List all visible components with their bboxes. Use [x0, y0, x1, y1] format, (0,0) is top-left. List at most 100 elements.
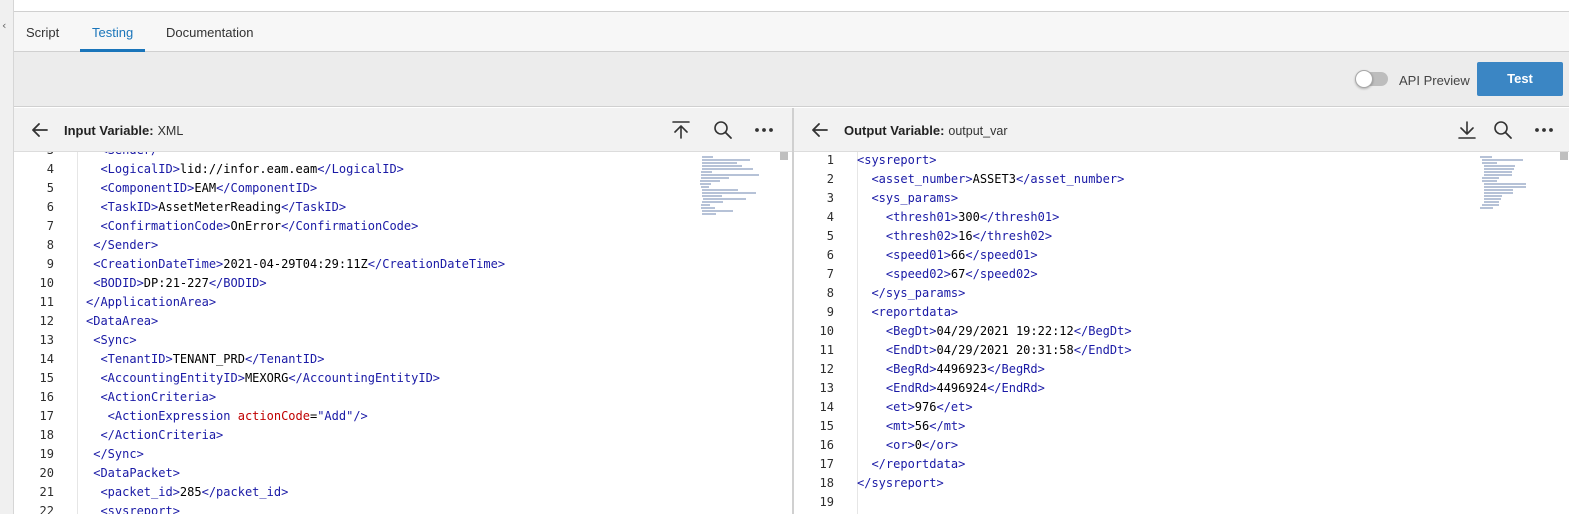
minimap-line [702, 159, 751, 161]
code-token: 2021-04-29T04:29:11Z [223, 257, 368, 271]
minimap-line [702, 162, 738, 164]
minimap-line [1484, 186, 1526, 188]
code-token: <mt> [857, 419, 915, 433]
code-line: </sys_params> [857, 286, 965, 300]
code-token: <DataArea> [86, 314, 159, 328]
code-line: </Sender> [86, 238, 158, 252]
back-arrow-icon[interactable] [810, 120, 830, 140]
input-variable-pane: Input Variable:XML 3 <Sender/4 <LogicalI… [14, 108, 792, 514]
code-line: <sys_params> [857, 191, 958, 205]
code-line: <Sender/ [86, 152, 158, 157]
code-line: <ConfirmationCode>OnError</ConfirmationC… [86, 219, 418, 233]
tab-testing[interactable]: Testing [80, 12, 146, 52]
minimap-line [1484, 165, 1515, 167]
minimap-line [702, 192, 756, 194]
output-pane-title: Output Variable: output_var [844, 123, 1007, 138]
input-title-value: XML [157, 124, 184, 138]
code-token: 04/29/2021 19:22:12 [936, 324, 1074, 338]
code-token: </LogicalID> [317, 162, 404, 176]
minimap-line [1482, 159, 1523, 161]
code-token: <BODID> [86, 276, 144, 290]
minimap-line [1482, 177, 1499, 179]
line-number: 18 [39, 428, 54, 442]
input-scrollbar[interactable] [780, 152, 788, 160]
code-token: <sysreport> [857, 153, 937, 167]
tab-bar: Script Testing Documentation [14, 12, 1569, 52]
line-number: 16 [39, 390, 54, 404]
code-token: <CreationDateTime> [86, 257, 224, 271]
code-token: <AccountingEntityID> [86, 371, 245, 385]
code-token: <TaskID> [86, 200, 159, 214]
minimap-line [702, 195, 722, 197]
code-line: <DataArea> [86, 314, 158, 328]
collapsed-side-rail[interactable]: ‹ [0, 0, 14, 514]
more-options-icon[interactable] [753, 119, 775, 141]
minimap-line [701, 171, 712, 173]
input-pane-title: Input Variable: XML [64, 123, 183, 138]
code-token: <speed01> [857, 248, 951, 262]
minimap-line [702, 165, 742, 167]
line-number: 10 [819, 324, 834, 338]
code-line: <TaskID>AssetMeterReading</TaskID> [86, 200, 346, 214]
minimap-line [1480, 156, 1493, 158]
upload-icon[interactable] [670, 119, 692, 141]
line-number: 4 [46, 162, 54, 176]
tab-script[interactable]: Script [14, 12, 71, 51]
line-number: 15 [819, 419, 834, 433]
code-token: <BegRd> [857, 362, 937, 376]
code-token: </ComponentID> [216, 181, 318, 195]
test-button[interactable]: Test [1477, 62, 1563, 96]
code-token: <TenantID> [86, 352, 173, 366]
code-line: <AccountingEntityID>MEXORG</AccountingEn… [86, 371, 440, 385]
minimap-line [1484, 171, 1512, 173]
line-number: 16 [819, 438, 834, 452]
code-token: </BegDt> [1073, 324, 1132, 338]
code-token: </ConfirmationCode> [281, 219, 419, 233]
download-icon[interactable] [1456, 119, 1478, 141]
code-token: </packet_id> [201, 485, 289, 499]
input-code-editor[interactable]: 3 <Sender/4 <LogicalID>lid://infor.eam.e… [14, 152, 792, 514]
code-token: 16 [958, 229, 973, 243]
search-icon[interactable] [712, 119, 734, 141]
code-token: "Add" [317, 409, 354, 423]
code-token: <LogicalID> [86, 162, 180, 176]
code-token: 04/29/2021 20:31:58 [936, 343, 1074, 357]
code-token: </or> [922, 438, 959, 452]
code-token: <BegDt> [857, 324, 937, 338]
more-options-icon[interactable] [1533, 119, 1555, 141]
minimap-line [702, 156, 713, 158]
code-line: <sysreport> [857, 153, 936, 167]
code-line: <speed01>66</speed01> [857, 248, 1038, 262]
code-token: <et> [857, 400, 915, 414]
back-arrow-icon[interactable] [30, 120, 50, 140]
output-code-editor[interactable]: 1 <sysreport> 2 <asset_number>ASSET3</asse… [794, 152, 1569, 514]
code-line: <thresh02>16</thresh02> [857, 229, 1052, 243]
code-token: </et> [936, 400, 973, 414]
search-icon[interactable] [1492, 119, 1514, 141]
expand-chevron-icon[interactable]: ‹ [2, 20, 6, 32]
output-scrollbar[interactable] [1560, 152, 1568, 160]
api-preview-toggle[interactable] [1355, 70, 1388, 88]
code-token: 4496923 [936, 362, 988, 376]
code-token: </EndRd> [987, 381, 1045, 395]
line-number: 10 [39, 276, 54, 290]
code-token: lid://infor.eam.eam [179, 162, 318, 176]
code-token: <Sender/ [86, 152, 158, 157]
minimap-line [1484, 183, 1526, 185]
code-line: <BegDt>04/29/2021 19:22:12</BegDt> [857, 324, 1132, 338]
minimap-line [701, 186, 709, 188]
code-token: <EndDt> [857, 343, 937, 357]
code-token: <packet_id> [86, 485, 180, 499]
minimap-line [701, 174, 759, 176]
code-token: </Sync> [86, 447, 144, 461]
code-token: <asset_number> [857, 172, 973, 186]
code-line: <Sync> [86, 333, 136, 347]
line-number: 15 [39, 371, 54, 385]
minimap-line [702, 168, 753, 170]
code-token: 56 [914, 419, 930, 433]
code-token: </ApplicationArea> [86, 295, 217, 309]
line-number: 12 [39, 314, 54, 328]
toggle-knob [1355, 70, 1373, 88]
tab-documentation[interactable]: Documentation [154, 12, 265, 51]
code-token: <ActionCriteria> [86, 390, 217, 404]
